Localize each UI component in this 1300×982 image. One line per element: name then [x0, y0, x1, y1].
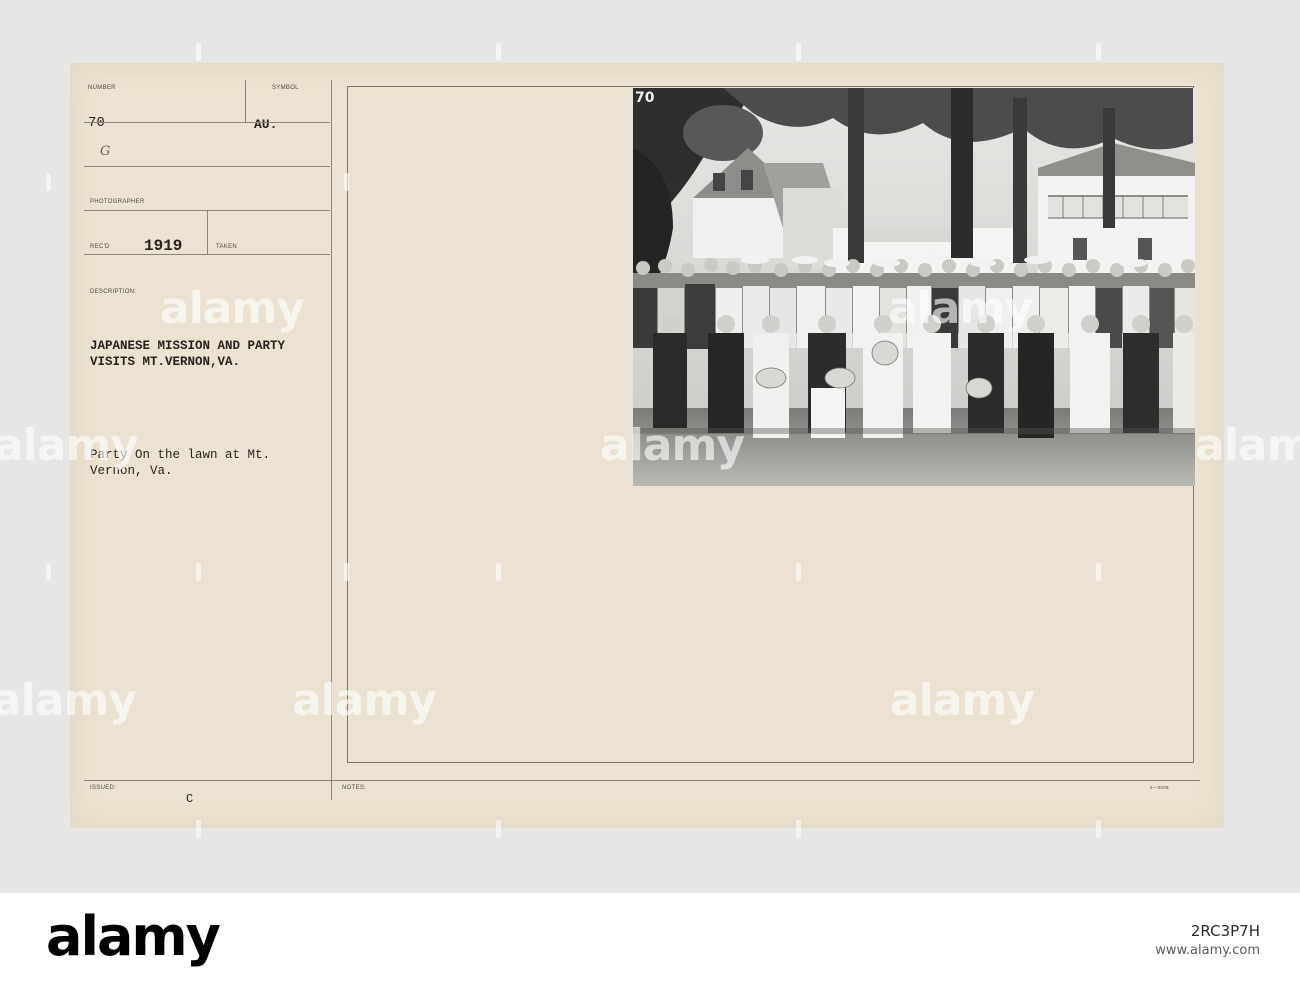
- handwritten-mark: G: [100, 144, 111, 159]
- recd-value: 1919: [144, 237, 183, 255]
- watermark-tick: [496, 820, 501, 838]
- recd-row-rule: [84, 254, 330, 255]
- watermark-middle-right: alamy: [1195, 420, 1300, 471]
- description-line-1: JAPANESE MISSION AND PARTY: [90, 339, 286, 353]
- notes-label: NOTES:: [342, 785, 367, 791]
- watermark-bottom-left: alamy: [0, 675, 137, 726]
- description-line-2: VISITS MT.VERNON,VA.: [90, 355, 241, 369]
- issued-row-rule: [84, 780, 1200, 781]
- footer-site-link[interactable]: www.alamy.com: [1155, 943, 1260, 958]
- issued-value: C: [186, 792, 194, 806]
- number-label: NUMBER: [88, 85, 116, 91]
- watermark-top-left: alamy: [160, 283, 305, 334]
- recd-label: REC'D: [90, 244, 110, 250]
- number-symbol-divider: [245, 80, 246, 122]
- watermark-tick: [344, 563, 349, 581]
- form-code: 2—3008: [1150, 785, 1169, 790]
- symbol-label: SYMBOL: [272, 85, 299, 91]
- watermark-middle-center: alamy: [600, 420, 745, 471]
- watermark-tick: [196, 563, 201, 581]
- watermark-tick: [1096, 563, 1101, 581]
- watermark-tick: [496, 563, 501, 581]
- watermark-bottom-center: alamy: [292, 675, 437, 726]
- watermark-tick: [196, 820, 201, 838]
- watermark-tick: [1096, 43, 1101, 61]
- watermark-bottom-right: alamy: [890, 675, 1035, 726]
- watermark-top-right: alamy: [888, 283, 1033, 334]
- description-label: DESCRIPTION:: [90, 289, 137, 295]
- watermark-tick: [46, 563, 51, 581]
- photo-number-overlay: 70: [635, 90, 655, 106]
- issued-label: ISSUED:: [90, 785, 117, 791]
- watermark-tick: [196, 43, 201, 61]
- number-value: 70: [88, 115, 105, 131]
- handwritten-row-rule: [84, 166, 330, 167]
- watermark-middle-left: alamy: [0, 420, 139, 471]
- watermark-tick: [1096, 820, 1101, 838]
- footer-logo[interactable]: alamy: [46, 905, 221, 968]
- recd-taken-divider: [207, 210, 208, 254]
- taken-label: TAKEN: [216, 244, 238, 250]
- watermark-tick: [496, 43, 501, 61]
- watermark-tick: [796, 43, 801, 61]
- footer-image-id: 2RC3P7H: [1190, 922, 1260, 940]
- watermark-tick: [796, 563, 801, 581]
- photographer-label: PHOTOGRAPHER: [90, 199, 145, 205]
- watermark-tick: [344, 173, 349, 191]
- symbol-value: AU.: [254, 117, 278, 132]
- watermark-tick: [46, 173, 51, 191]
- number-row-rule: [84, 122, 330, 123]
- watermark-tick: [796, 820, 801, 838]
